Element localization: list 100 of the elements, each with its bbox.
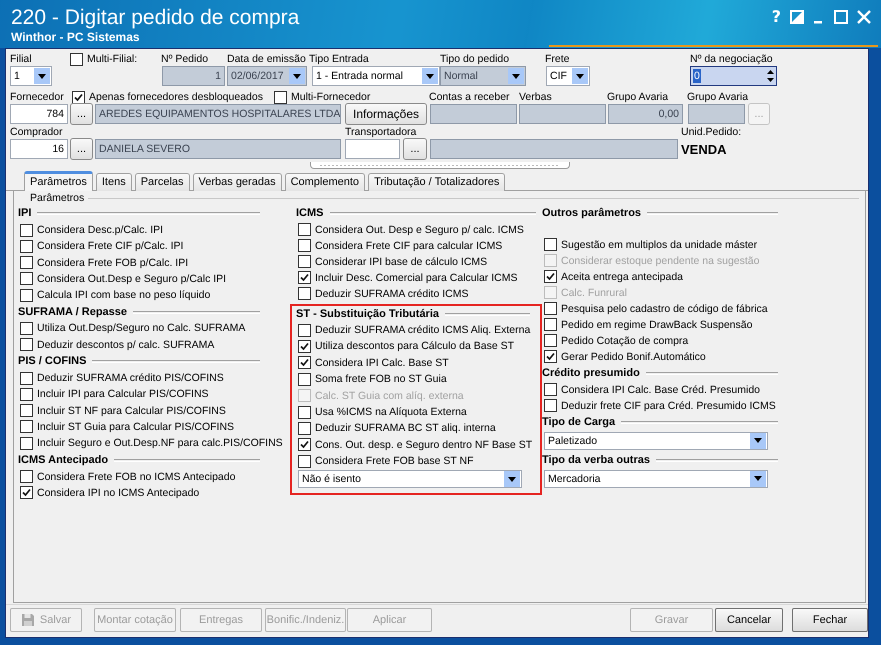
checkbox[interactable]	[298, 287, 311, 300]
checkbox[interactable]	[20, 338, 33, 352]
checkbox[interactable]	[298, 372, 311, 386]
checkbox[interactable]	[20, 256, 33, 270]
tab[interactable]: Tributação / Totalizadores	[368, 172, 506, 191]
splitter-handle[interactable]	[310, 162, 570, 169]
tab[interactable]: Verbas geradas	[192, 172, 282, 191]
spinner-field[interactable]: 0	[690, 66, 777, 86]
checkbox[interactable]	[298, 223, 311, 236]
checkbox-label: Considerar IPI base de cálculo ICMS	[315, 256, 488, 268]
lookup-button[interactable]: ...	[70, 138, 93, 160]
checkbox[interactable]	[20, 388, 33, 401]
checkbox-label: Deduzir SUFRAMA crédito ICMS	[315, 288, 468, 300]
dropdown[interactable]: Paletizado	[544, 432, 768, 450]
checkbox[interactable]	[298, 340, 311, 353]
checkbox[interactable]	[20, 470, 33, 484]
checkbox-label: Cons. Out. desp. e Seguro dentro NF Base ST	[315, 438, 532, 451]
window-subtitle: Winthor - PC Sistemas	[11, 30, 140, 44]
input-field[interactable]: 16	[10, 139, 68, 159]
checkbox-label: Deduzir SUFRAMA crédito PIS/COFINS	[37, 372, 224, 384]
caret-icon	[572, 68, 588, 84]
maximize-icon[interactable]	[834, 10, 848, 24]
checkbox-label: Soma frete FOB no ST Guia	[315, 373, 447, 386]
dropdown[interactable]: Não é isento	[298, 470, 522, 488]
checkbox[interactable]	[20, 322, 33, 335]
contrast-icon[interactable]	[790, 10, 804, 24]
checkbox[interactable]	[72, 90, 85, 104]
checkbox[interactable]	[298, 255, 311, 268]
field-label: Unid.Pedido:	[681, 126, 742, 138]
checkbox[interactable]	[298, 324, 311, 337]
action-button[interactable]: Cancelar	[715, 608, 783, 632]
checkbox[interactable]	[298, 438, 311, 452]
input-field[interactable]	[345, 139, 400, 159]
dropdown[interactable]: CIF	[546, 66, 590, 86]
checkbox[interactable]	[20, 240, 33, 253]
checkbox[interactable]	[274, 90, 287, 104]
dropdown[interactable]: 1	[10, 66, 52, 86]
field-label: Transportadora	[345, 126, 416, 138]
checkbox[interactable]	[298, 454, 311, 468]
checkbox[interactable]	[20, 420, 33, 434]
checkbox[interactable]	[20, 404, 33, 418]
section-heading: PIS / COFINS	[18, 355, 86, 368]
tab[interactable]: Itens	[96, 172, 132, 191]
checkbox[interactable]	[544, 270, 557, 284]
checkbox[interactable]	[70, 52, 83, 66]
checkbox[interactable]	[298, 271, 311, 284]
tab[interactable]: Parcelas	[134, 172, 190, 191]
checkbox[interactable]	[544, 302, 557, 316]
tab[interactable]: Complemento	[284, 172, 366, 191]
dropdown[interactable]: Mercadoria	[544, 470, 768, 488]
checkbox[interactable]	[544, 399, 557, 412]
field-label: Data de emissão	[227, 53, 306, 65]
checkbox-label: Considerar estoque pendente na sugestão	[561, 254, 760, 267]
checkbox[interactable]	[20, 372, 33, 385]
checkbox[interactable]	[298, 356, 311, 370]
checkbox-label: Considera Out. Desp e Seguro p/ calc. ICMS	[315, 224, 524, 236]
checkbox-label: Sugestão em multiplos da unidade máster	[561, 238, 758, 251]
checkbox-label: Considera IPI Calc. Base Créd. Presumido	[561, 384, 760, 396]
input-field[interactable]: 784	[10, 104, 68, 124]
checkbox[interactable]	[298, 239, 311, 252]
group-title: Parâmetros	[30, 192, 84, 204]
caret-icon	[289, 68, 305, 84]
checkbox[interactable]	[20, 288, 33, 302]
lookup-button[interactable]: ...	[403, 138, 427, 160]
lookup-button[interactable]: ...	[70, 103, 93, 125]
checkbox[interactable]	[544, 318, 557, 332]
tab[interactable]: Parâmetros	[24, 170, 93, 191]
checkbox-label: Considera Frete FOB no ICMS Antecipado	[37, 470, 236, 483]
checkbox[interactable]	[20, 272, 33, 286]
checkbox-label: Multi-Fornecedor	[291, 91, 370, 103]
dropdown[interactable]: 1 - Entrada normal	[312, 66, 440, 86]
close-icon[interactable]	[857, 10, 871, 24]
action-button[interactable]: Fechar	[792, 608, 868, 632]
checkbox-label: Considera Out.Desp e Seguro p/Calc IPI	[37, 272, 226, 285]
spin-arrows-icon[interactable]	[766, 68, 775, 84]
field-label: Verbas	[519, 91, 552, 103]
info-button[interactable]: Informações	[345, 103, 427, 125]
checkbox-label: Usa %ICMS na Alíquota Externa	[315, 406, 467, 418]
section-heading: Tipo da verba outras	[542, 454, 650, 466]
checkbox[interactable]	[544, 334, 557, 348]
caret-icon	[508, 68, 524, 84]
save-icon	[20, 613, 35, 628]
field-label: Filial	[10, 53, 32, 65]
checkbox[interactable]	[298, 422, 311, 435]
section-heading: ST - Substituição Tributária	[296, 308, 440, 320]
field-label: Grupo Avaria	[687, 91, 748, 103]
checkbox[interactable]	[20, 436, 33, 450]
checkbox-label: Pedido em regime DrawBack Suspensão	[561, 318, 752, 331]
checkbox-label: Considera Frete FOB p/Calc. IPI	[37, 256, 188, 269]
checkbox[interactable]	[298, 406, 311, 418]
checkbox[interactable]	[544, 238, 557, 252]
checkbox[interactable]	[544, 350, 557, 364]
checkbox-label: Incluir ST NF para Calcular PIS/COFINS	[37, 404, 226, 417]
section-heading: ICMS	[296, 207, 324, 220]
section-heading: ICMS Antecipado	[18, 454, 108, 466]
checkbox-label: Deduzir frete CIF para Créd. Presumido ICMS	[561, 400, 776, 412]
checkbox[interactable]	[544, 383, 557, 396]
checkbox[interactable]	[20, 486, 33, 500]
checkbox[interactable]	[20, 224, 33, 236]
caret-icon	[750, 432, 766, 449]
